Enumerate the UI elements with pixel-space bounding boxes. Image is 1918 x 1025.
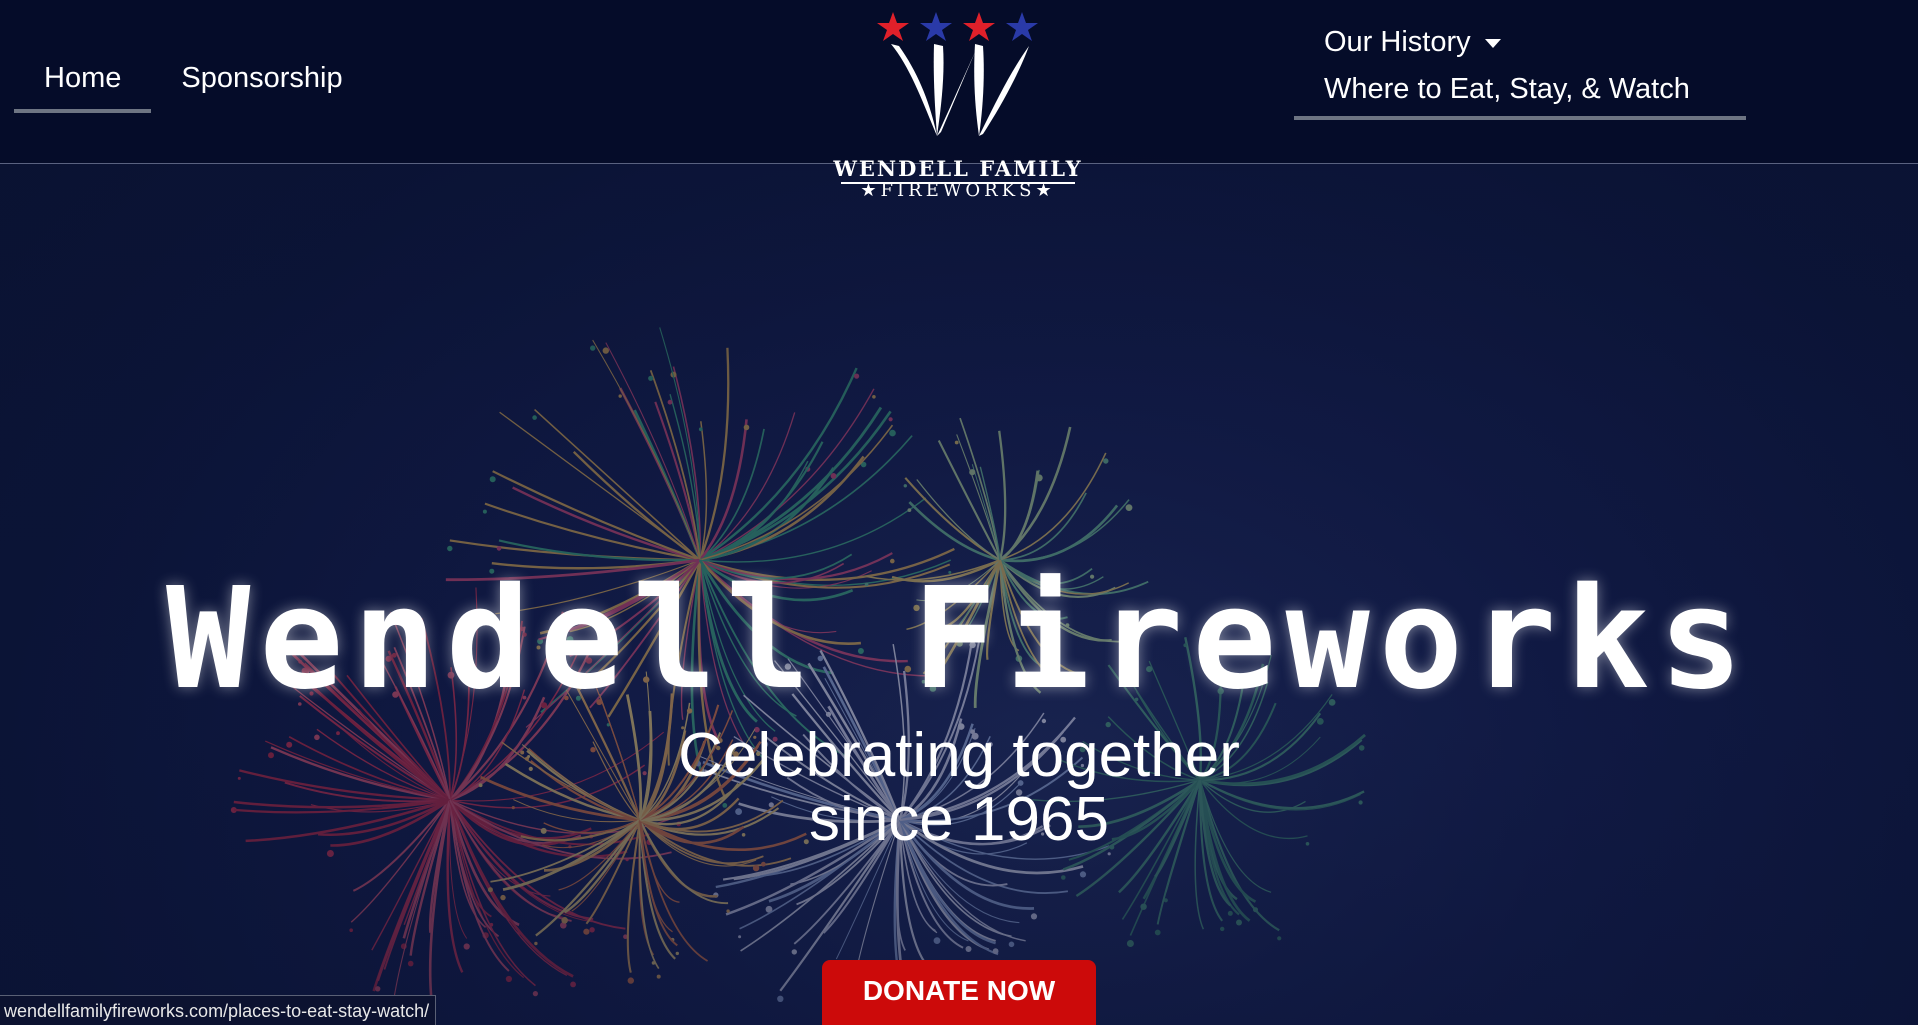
site-logo[interactable]: Wendell Family ★FIREWORKS★: [833, 8, 1083, 208]
logo-star-blue-2: [1006, 12, 1038, 41]
logo-text-family: Wendell Family: [833, 156, 1083, 181]
logo-star-red-1: [877, 12, 909, 41]
nav-item-where-to-eat-stay-watch[interactable]: Where to Eat, Stay, & Watch: [1294, 69, 1746, 120]
logo-w-stroke-1: [891, 44, 937, 136]
primary-nav-right: Our History Where to Eat, Stay, & Watch: [1294, 22, 1746, 120]
hero-subtitle-line-1: Celebrating together: [678, 721, 1240, 790]
logo-star-blue-1: [920, 12, 952, 41]
nav-item-our-history[interactable]: Our History: [1294, 22, 1746, 69]
primary-nav-left: Home Sponsorship: [14, 58, 373, 113]
logo-w-stroke-5: [979, 46, 1029, 136]
nav-item-sponsorship[interactable]: Sponsorship: [151, 58, 372, 113]
logo-w-stroke-4: [974, 44, 984, 136]
logo-text-fireworks: ★FIREWORKS★: [860, 180, 1056, 201]
page: Home Sponsorship Wendell Family ★FIREWOR…: [0, 0, 1918, 1025]
status-bar-url: wendellfamilyfireworks.com/places-to-eat…: [0, 995, 437, 1025]
hero-subtitle-line-2: since 1965: [809, 785, 1109, 854]
chevron-down-icon: [1484, 38, 1501, 48]
donate-now-button[interactable]: DONATE NOW: [822, 960, 1096, 1025]
logo-w-stroke-2: [933, 44, 944, 136]
hero-subtitle: Celebrating together since 1965: [0, 724, 1918, 852]
logo-emblem: [877, 12, 1038, 136]
nav-item-home[interactable]: Home: [14, 58, 152, 113]
nav-item-our-history-label: Our History: [1324, 26, 1471, 58]
site-header: Home Sponsorship Wendell Family ★FIREWOR…: [0, 0, 1918, 201]
logo-star-red-2: [963, 12, 995, 41]
hero-title: Wendell Fireworks: [166, 558, 1752, 721]
